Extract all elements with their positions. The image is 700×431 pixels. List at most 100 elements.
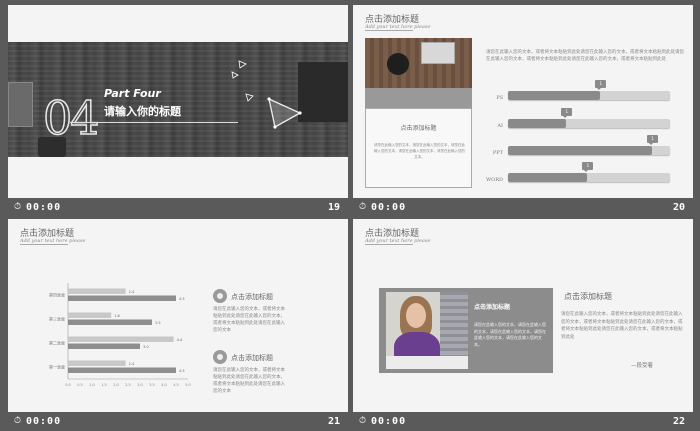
slide-footer: ⏱ 00:00 22 (353, 414, 693, 431)
category-label: 第四季度 (49, 292, 65, 298)
feature-box: 点击添加标题 请您在此输入您的文本，请您在此输入您的文本，请您在此输入您的文本，… (379, 288, 553, 373)
photo-band (365, 88, 472, 108)
bar (68, 319, 152, 325)
category-label: 第二季度 (49, 340, 65, 346)
title-rule (365, 30, 413, 31)
skill-bar-fill (508, 91, 601, 100)
section-title: 请输入你的标题 (104, 105, 181, 118)
info-title: 点击添加标题 (231, 293, 273, 301)
description-text: 请您在此输入您的文本，或者将文本粘贴到此处请您在此输入您的文本，或者将文本粘贴到… (486, 50, 684, 62)
slide-thumbnail-19[interactable]: 04 Part Four 请输入你的标题 ⏱ 00:00 19 (8, 5, 348, 217)
desk-surface (386, 356, 468, 369)
x-tick-label: 2.0 (113, 383, 119, 387)
bar (68, 336, 174, 342)
data-label: 1.8 (114, 314, 120, 318)
card-body: 请您在此输入您的文本，请您在此输入您的文本，请您在此输入您的文本，请您在此输入您… (374, 143, 465, 159)
slide-thumbnail-22[interactable]: 点击添加标题 Add your text here please 点击添加标题 … (353, 219, 693, 431)
title-rule (20, 244, 68, 245)
part-number: 04 (42, 90, 100, 146)
bar (68, 343, 140, 349)
tablet-prop (298, 62, 348, 122)
clock-icon: ⏱ (14, 202, 22, 212)
title-underline (70, 122, 238, 123)
laptop-icon (421, 42, 455, 64)
x-tick-label: 4.0 (161, 383, 167, 387)
data-label: 4.5 (179, 369, 185, 373)
clock-icon: ⏱ (359, 416, 367, 426)
x-tick-label: 0.0 (65, 383, 71, 387)
slide-canvas: 点击添加标题 Add your text here please 0.0 0.5 1… (8, 219, 348, 412)
skill-bar-fill (508, 119, 567, 128)
skill-label: AI (497, 123, 503, 129)
slide-timing: 00:00 (26, 416, 62, 427)
x-tick-label: 1.0 (89, 383, 95, 387)
slide-number: 21 (327, 416, 340, 427)
info-text: 请您在此输入您的文本，或者将文本粘贴到此处请您在此输入您的文本，或者将文本粘贴到… (213, 307, 285, 333)
x-tick-label: 1.5 (101, 383, 107, 387)
circle-icon (213, 350, 227, 364)
data-label: 3.5 (155, 321, 161, 325)
signature: —段受着 (631, 363, 654, 369)
small-triangle-icon (238, 60, 247, 69)
data-label: 4.4 (177, 338, 183, 342)
slide-timing: 00:00 (26, 202, 62, 213)
bar (68, 360, 126, 366)
small-triangle-icon (231, 71, 239, 79)
title-rule (365, 244, 413, 245)
skill-label: PS (496, 95, 503, 101)
slide-footer: ⏱ 00:00 20 (353, 200, 693, 217)
small-triangle-icon (245, 93, 254, 102)
part-label: Part Four (104, 87, 161, 100)
x-tick-label: 3.5 (149, 383, 155, 387)
record-player-icon (387, 53, 409, 75)
data-label: 3.0 (143, 345, 149, 349)
slide-number: 20 (672, 202, 685, 213)
text-card: 点击添加标题 请您在此输入您的文本，请您在此输入您的文本，请您在此输入您的文本，… (365, 108, 472, 188)
x-tick-label: 5.0 (185, 383, 191, 387)
slide-thumbnail-21[interactable]: 点击添加标题 Add your text here please 0.0 0.5 1… (8, 219, 348, 431)
slide-number: 19 (327, 202, 340, 213)
data-label: 2.4 (129, 290, 135, 294)
clock-icon: ⏱ (14, 416, 22, 426)
box-title: 点击添加标题 (474, 304, 511, 311)
bar (68, 312, 112, 318)
bar (68, 367, 176, 373)
x-tick-label: 4.5 (173, 383, 179, 387)
x-tick-label: 2.5 (125, 383, 131, 387)
skill-bar-fill (508, 146, 653, 155)
slide-canvas: 点击添加标题 Add your text here please 点击添加标题 … (353, 5, 693, 198)
skill-bar-fill (508, 173, 588, 182)
x-tick-label: 0.5 (77, 383, 83, 387)
slide-timing: 00:00 (371, 202, 407, 213)
slide-canvas: 04 Part Four 请输入你的标题 (8, 5, 348, 198)
info-text: 请您在此输入您的文本，或者将文本粘贴到此处请您在此输入您的文本，或者将文本粘贴到… (213, 368, 285, 394)
circle-icon (213, 289, 227, 303)
category-label: 第一季度 (49, 364, 65, 370)
slide-footer: ⏱ 00:00 21 (8, 414, 348, 431)
bar (68, 288, 126, 294)
data-label: 4.5 (179, 297, 185, 301)
side-text: 请您在此输入您的文本，或者将文本粘贴到此处请您在此输入您的文本，或者将文本粘贴到… (561, 312, 683, 340)
slide-timing: 00:00 (371, 416, 407, 427)
skill-bar-track: 1 (508, 80, 670, 100)
slide-thumbnail-20[interactable]: 点击添加标题 Add your text here please 点击添加标题 … (353, 5, 693, 217)
card-title: 点击添加标题 (400, 125, 437, 132)
skill-bar-badge: 1 (582, 162, 594, 172)
skill-bar-badge: 1 (595, 80, 607, 90)
skill-label: PPT (492, 150, 503, 156)
skill-bar-track: 1 (508, 135, 670, 155)
desk-photo (365, 38, 472, 108)
skill-bar-badge: 1 (561, 108, 573, 118)
bar-chart: 0.0 0.5 1.0 1.5 2.0 2.5 3.0 3.5 4.0 4.5 5.0 第四季度 2.4… (49, 283, 191, 387)
slide-canvas: 点击添加标题 Add your text here please 点击添加标题 … (353, 219, 693, 412)
slide-footer: ⏱ 00:00 19 (8, 200, 348, 217)
side-title: 点击添加标题 (564, 292, 612, 301)
skill-label: WORD (485, 177, 503, 183)
x-tick-label: 3.0 (137, 383, 143, 387)
notebook-prop (8, 82, 33, 127)
info-title: 点击添加标题 (231, 354, 273, 362)
category-label: 第三季度 (49, 316, 65, 322)
skill-bar-badge: 1 (647, 135, 659, 145)
skill-bar-track: 1 (508, 108, 670, 128)
person-face (406, 303, 426, 328)
